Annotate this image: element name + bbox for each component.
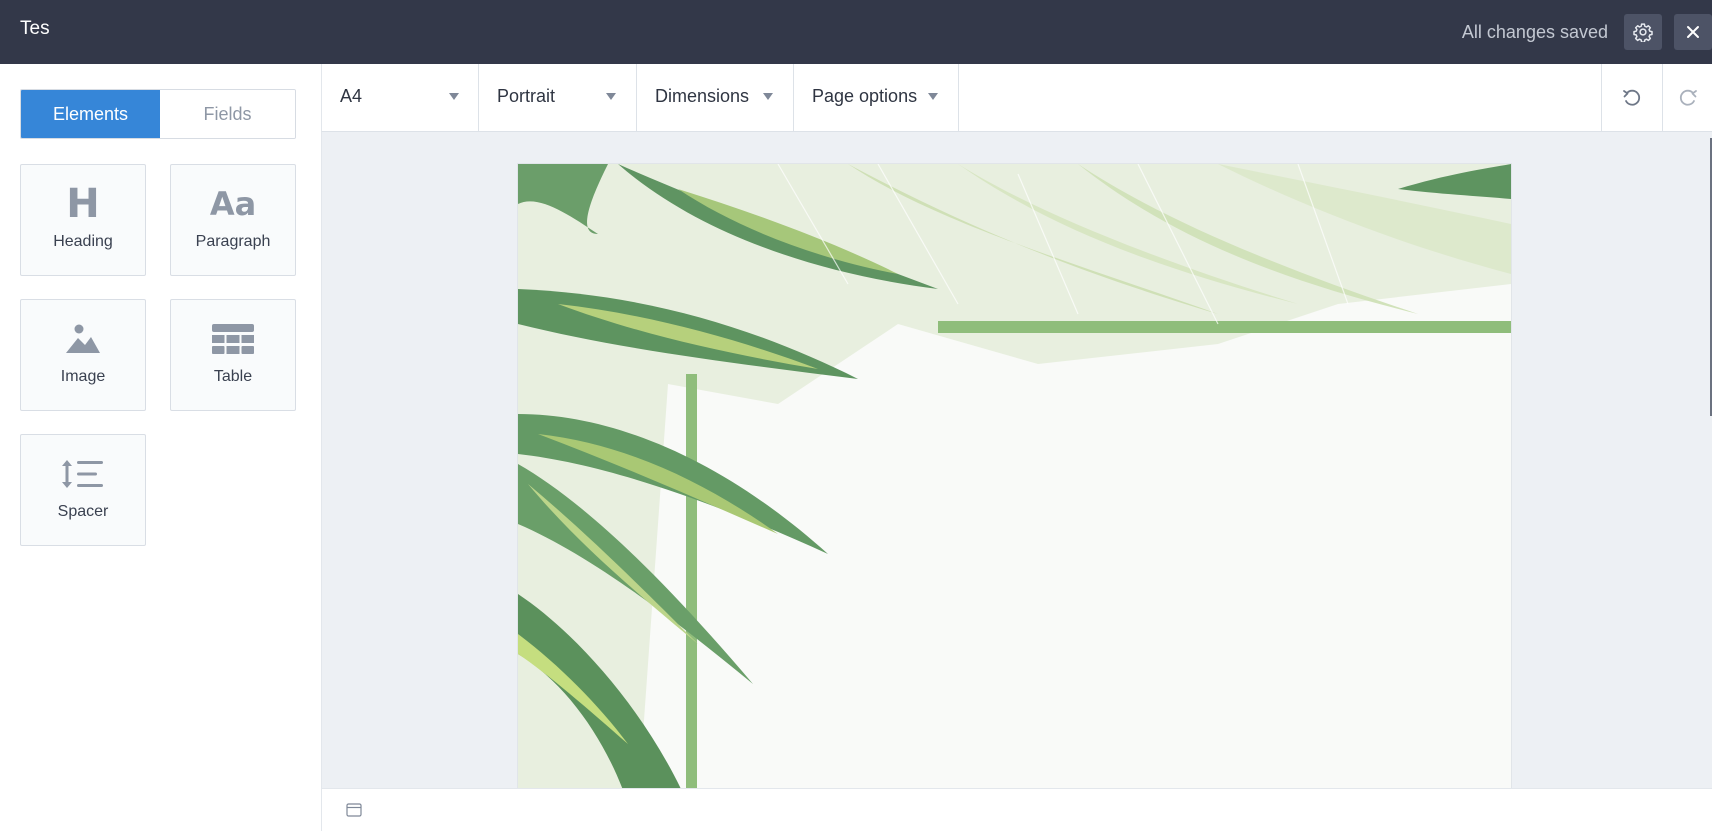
element-table[interactable]: Table	[170, 299, 296, 411]
window-icon	[346, 803, 362, 817]
dimensions-label: Dimensions	[655, 86, 750, 106]
element-label: Paragraph	[195, 233, 271, 250]
chevron-down-icon	[763, 93, 773, 100]
editor-canvas[interactable]	[321, 132, 1712, 788]
tab-fields[interactable]: Fields	[160, 90, 295, 138]
element-label: Spacer	[57, 503, 109, 520]
tab-elements[interactable]: Elements	[21, 90, 160, 138]
sidebar-tabs: Elements Fields	[20, 89, 296, 139]
page-options-label: Page options	[812, 86, 918, 106]
undo-button[interactable]	[1601, 64, 1662, 131]
orientation-dropdown[interactable]: Portrait	[479, 64, 637, 131]
app-header: Tes All changes saved	[0, 0, 1712, 64]
redo-icon	[1679, 89, 1697, 106]
paragraph-icon: Aa	[209, 185, 257, 223]
gear-icon	[1633, 23, 1653, 42]
dimensions-dropdown[interactable]: Dimensions	[637, 64, 794, 131]
chevron-down-icon	[449, 93, 459, 100]
table-icon	[171, 316, 295, 362]
heading-icon: H	[66, 181, 100, 227]
layout-toggle-button[interactable]	[346, 803, 362, 817]
document-page[interactable]	[518, 164, 1511, 788]
element-spacer[interactable]: Spacer	[20, 434, 146, 546]
element-paragraph[interactable]: Aa Paragraph	[170, 164, 296, 276]
chevron-down-icon	[928, 93, 938, 100]
sidebar: Elements Fields H Heading Aa Paragraph I…	[0, 64, 321, 831]
page-size-dropdown[interactable]: A4	[322, 64, 479, 131]
element-label: Image	[60, 368, 106, 385]
close-button[interactable]	[1674, 14, 1712, 50]
settings-button[interactable]	[1624, 14, 1662, 50]
undo-icon	[1623, 89, 1641, 106]
status-bar	[321, 788, 1712, 831]
element-label: Table	[213, 368, 253, 385]
save-status: All changes saved	[1461, 22, 1608, 42]
element-label: Heading	[53, 233, 113, 250]
page-options-dropdown[interactable]: Page options	[794, 64, 959, 131]
chevron-down-icon	[606, 93, 616, 100]
document-title[interactable]: Tes	[20, 18, 50, 40]
page-size-value: A4	[340, 86, 363, 106]
page-toolbar: A4 Portrait Dimensions Page options	[321, 64, 1712, 132]
element-image[interactable]: Image	[20, 299, 146, 411]
image-icon	[21, 316, 145, 362]
spacer-icon	[21, 451, 145, 497]
background-image	[518, 164, 1511, 788]
redo-button[interactable]	[1662, 64, 1712, 131]
close-icon	[1687, 26, 1699, 38]
orientation-value: Portrait	[497, 86, 556, 106]
element-heading[interactable]: H Heading	[20, 164, 146, 276]
